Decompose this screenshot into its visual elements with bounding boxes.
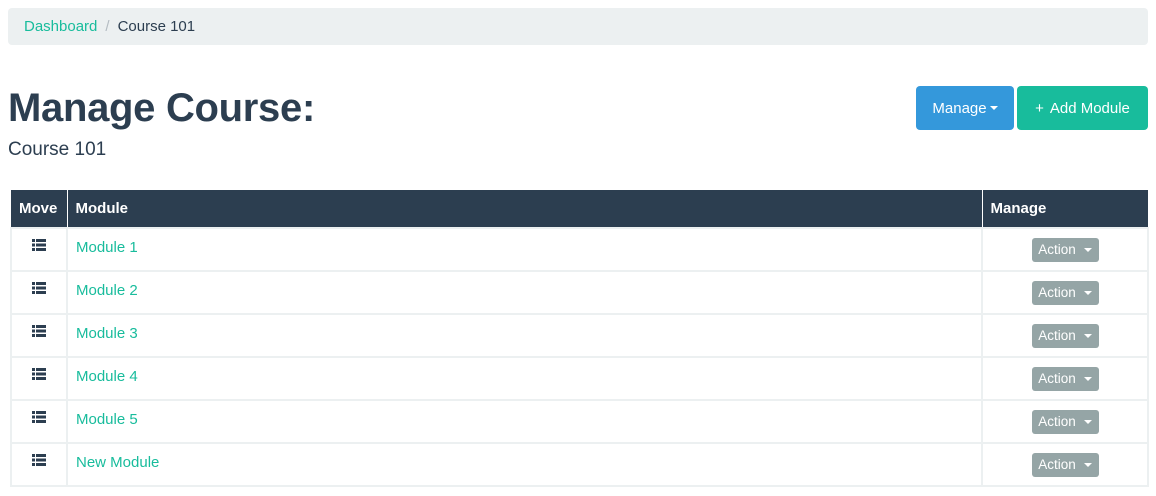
manage-cell: Action: [981, 356, 1149, 401]
page: Dashboard / Course 101 Manage Course: Co…: [0, 0, 1156, 496]
caret-down-icon: [989, 106, 998, 110]
action-dropdown-button[interactable]: Action: [1031, 323, 1099, 348]
table-row: Module 2 Action: [10, 270, 1149, 315]
action-button-label: Action: [1038, 371, 1076, 386]
column-header-move: Move: [11, 190, 68, 228]
caret-down-icon: [1083, 247, 1092, 252]
move-cell: [10, 270, 68, 315]
column-header-module: Module: [67, 190, 983, 228]
list-icon[interactable]: [32, 325, 46, 337]
manage-cell: Action: [981, 399, 1149, 444]
move-cell: [10, 313, 68, 358]
module-link[interactable]: New Module: [76, 454, 159, 471]
action-dropdown-button[interactable]: Action: [1031, 409, 1099, 434]
table-row: Module 4 Action: [10, 356, 1149, 401]
add-module-label: Add Module: [1049, 99, 1130, 117]
module-cell: Module 2: [66, 270, 983, 315]
table-row: Module 3 Action: [10, 313, 1149, 358]
add-module-button[interactable]: + Add Module: [1017, 86, 1148, 130]
plus-icon: +: [1035, 99, 1044, 117]
module-link[interactable]: Module 5: [76, 411, 138, 428]
action-dropdown-button[interactable]: Action: [1031, 452, 1099, 477]
action-dropdown-button[interactable]: Action: [1031, 280, 1099, 305]
manage-dropdown-button[interactable]: Manage: [916, 86, 1014, 130]
table-row: Module 5 Action: [10, 399, 1149, 444]
page-subtitle: Course 101: [8, 139, 107, 160]
module-link[interactable]: Module 2: [76, 282, 138, 299]
move-cell: [10, 356, 68, 401]
caret-down-icon: [1083, 376, 1092, 381]
list-icon[interactable]: [32, 454, 46, 466]
move-cell: [10, 399, 68, 444]
table-row: Module 1 Action: [10, 227, 1149, 272]
caret-down-icon: [1083, 290, 1092, 295]
breadcrumb-current: Course 101: [117, 18, 196, 35]
action-dropdown-button[interactable]: Action: [1031, 366, 1099, 391]
module-cell: Module 5: [66, 399, 983, 444]
table-row: New Module Action: [10, 442, 1149, 487]
breadcrumb-separator: /: [105, 18, 110, 35]
breadcrumb-dashboard-link[interactable]: Dashboard: [24, 18, 97, 35]
action-button-label: Action: [1038, 414, 1076, 429]
caret-down-icon: [1083, 462, 1092, 467]
manage-button-label: Manage: [932, 99, 987, 117]
module-cell: Module 3: [66, 313, 983, 358]
breadcrumb: Dashboard / Course 101: [8, 8, 1148, 45]
caret-down-icon: [1083, 333, 1092, 338]
module-link[interactable]: Module 1: [76, 239, 138, 256]
action-button-label: Action: [1038, 242, 1076, 257]
module-cell: Module 4: [66, 356, 983, 401]
table-header-row: Move Module Manage: [11, 190, 1148, 228]
module-cell: Module 1: [66, 227, 983, 272]
list-icon[interactable]: [32, 411, 46, 423]
modules-table: Move Module Manage Module 1 Action Modul…: [10, 190, 1149, 487]
manage-cell: Action: [981, 270, 1149, 315]
column-header-manage: Manage: [982, 190, 1148, 228]
manage-cell: Action: [981, 313, 1149, 358]
list-icon[interactable]: [32, 239, 46, 251]
manage-cell: Action: [981, 227, 1149, 272]
list-icon[interactable]: [32, 368, 46, 380]
move-cell: [10, 442, 68, 487]
module-link[interactable]: Module 4: [76, 368, 138, 385]
page-title: Manage Course:: [8, 86, 315, 130]
action-dropdown-button[interactable]: Action: [1031, 237, 1099, 262]
module-cell: New Module: [66, 442, 983, 487]
module-link[interactable]: Module 3: [76, 325, 138, 342]
action-button-label: Action: [1038, 457, 1076, 472]
action-button-label: Action: [1038, 328, 1076, 343]
list-icon[interactable]: [32, 282, 46, 294]
action-button-label: Action: [1038, 285, 1076, 300]
manage-cell: Action: [981, 442, 1149, 487]
move-cell: [10, 227, 68, 272]
caret-down-icon: [1083, 419, 1092, 424]
